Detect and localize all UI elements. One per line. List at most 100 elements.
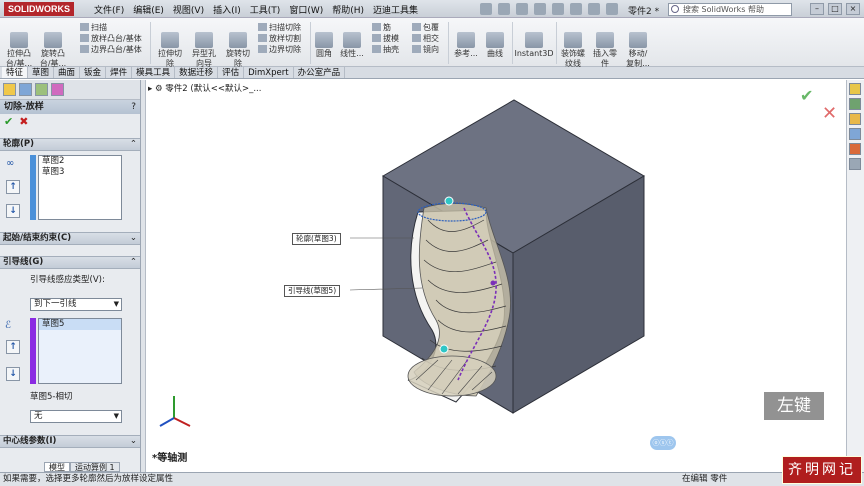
maximize-icon[interactable]: □ xyxy=(828,3,842,15)
menu-tools[interactable]: 工具(T) xyxy=(250,3,281,16)
boundary-boss-button[interactable]: 边界凸台/基体 xyxy=(80,44,142,55)
feature-tree-icon[interactable] xyxy=(3,83,16,96)
new-icon[interactable] xyxy=(480,3,492,15)
select-icon[interactable] xyxy=(570,3,582,15)
extrude-boss-icon xyxy=(10,32,28,48)
help-search-input[interactable]: 搜索 SolidWorks 帮助 xyxy=(668,3,792,16)
tangency-select[interactable]: 无 ▼ xyxy=(30,410,122,423)
menu-insert[interactable]: 插入(I) xyxy=(213,3,241,16)
file-explorer-icon[interactable] xyxy=(849,113,861,125)
connector-handle[interactable] xyxy=(439,344,449,354)
section-profiles-header[interactable]: 轮廓(P) ⌃ xyxy=(0,138,140,151)
tab-office-products[interactable]: 办公室产品 xyxy=(294,67,346,78)
appearances-icon[interactable] xyxy=(849,143,861,155)
menu-window[interactable]: 窗口(W) xyxy=(289,3,323,16)
save-icon[interactable] xyxy=(516,3,528,15)
profiles-list[interactable]: 草图2 草图3 xyxy=(38,155,122,220)
list-item[interactable]: 草图2 xyxy=(39,156,121,167)
display-manager-icon[interactable] xyxy=(51,83,64,96)
intersect-button[interactable]: 相交 xyxy=(412,33,439,44)
bottom-profile-surface[interactable] xyxy=(407,355,497,397)
configuration-manager-icon[interactable] xyxy=(35,83,48,96)
confirm-corner-check-icon[interactable]: ✔ xyxy=(800,86,813,105)
tab-model[interactable]: 模型 xyxy=(44,462,70,472)
menu-maidi-tools[interactable]: 迈迪工具集 xyxy=(373,3,418,16)
revolve-cut-button[interactable]: 旋转切除 xyxy=(222,32,254,69)
tab-sketch[interactable]: 草图 xyxy=(28,67,55,78)
menu-help[interactable]: 帮助(H) xyxy=(332,3,364,16)
property-manager-icon[interactable] xyxy=(19,83,32,96)
resources-icon[interactable] xyxy=(849,83,861,95)
wrap-button[interactable]: 包覆 xyxy=(412,22,439,33)
section-guide-curves-header[interactable]: 引导线(G) ⌃ xyxy=(0,256,140,269)
rib-button[interactable]: 筋 xyxy=(372,22,399,33)
profiles-color-strip xyxy=(30,155,36,220)
profile-icon: ∞ xyxy=(6,158,15,169)
property-manager-panel: 切除-放样 ? ✔ ✖ 轮廓(P) ⌃ ∞ 草图2 草图3 ↑ ↓ 起始/结束约束… xyxy=(0,80,141,472)
move-copy-button[interactable]: 移动/复制... xyxy=(622,32,654,69)
shell-button[interactable]: 抽壳 xyxy=(372,44,399,55)
print-icon[interactable] xyxy=(534,3,546,15)
graphics-viewport[interactable]: ▸ ⚙ 零件2 (默认<<默认>_... 轮廓(草图3) 引导线(草图5) xyxy=(146,80,846,472)
tab-mold-tools[interactable]: 模具工具 xyxy=(132,67,176,78)
help-icon[interactable]: ? xyxy=(131,100,136,114)
confirm-corner-x-icon[interactable]: ✕ xyxy=(822,103,837,124)
rebuild-icon[interactable] xyxy=(588,3,600,15)
section-start-end-constraints-header[interactable]: 起始/结束约束(C) ⌄ xyxy=(0,232,140,245)
tab-evaluate[interactable]: 评估 xyxy=(218,67,245,78)
lofted-cut-button[interactable]: 放样切割 xyxy=(258,33,301,44)
linear-pattern-button[interactable]: 线性... xyxy=(338,32,366,59)
draft-button[interactable]: 拔模 xyxy=(372,33,399,44)
curves-button[interactable]: 曲线 xyxy=(482,32,508,59)
open-icon[interactable] xyxy=(498,3,510,15)
insert-part-button[interactable]: 插入零件 xyxy=(590,32,620,69)
reference-geometry-button[interactable]: 参考... xyxy=(452,32,480,59)
guide-point[interactable] xyxy=(490,280,496,286)
profile-callout[interactable]: 轮廓(草图3) xyxy=(292,233,341,245)
ok-check-icon[interactable]: ✔ xyxy=(4,115,13,128)
loft-boss-button[interactable]: 放样凸台/基体 xyxy=(80,33,142,44)
minimize-icon[interactable]: – xyxy=(810,3,824,15)
connector-handle[interactable] xyxy=(444,196,454,206)
fillet-button[interactable]: 圆角 xyxy=(312,32,336,59)
design-library-icon[interactable] xyxy=(849,98,861,110)
move-up-button[interactable]: ↑ xyxy=(6,180,20,194)
tab-weldments[interactable]: 焊件 xyxy=(106,67,133,78)
tab-features[interactable]: 特征 xyxy=(2,67,29,78)
guide-curves-list[interactable]: 草图5 xyxy=(38,318,122,384)
boundary-cut-button[interactable]: 边界切除 xyxy=(258,44,301,55)
move-up-button[interactable]: ↑ xyxy=(6,340,20,354)
section-centerline-header[interactable]: 中心线参数(I) ⌄ xyxy=(0,435,140,448)
move-down-button[interactable]: ↓ xyxy=(6,367,20,381)
guide-callout[interactable]: 引导线(草图5) xyxy=(284,285,341,297)
tab-motion-study[interactable]: 运动算例 1 xyxy=(70,462,120,472)
list-item[interactable]: 草图3 xyxy=(39,167,121,178)
menu-view[interactable]: 视图(V) xyxy=(173,3,204,16)
tab-sheet-metal[interactable]: 钣金 xyxy=(80,67,107,78)
cancel-x-icon[interactable]: ✖ xyxy=(19,115,28,128)
sweep-button[interactable]: 扫描 xyxy=(80,22,142,33)
menu-edit[interactable]: 编辑(E) xyxy=(133,3,164,16)
view-palette-icon[interactable] xyxy=(849,128,861,140)
hole-wizard-button[interactable]: 异型孔 向导 xyxy=(188,32,220,69)
menu-file[interactable]: 文件(F) xyxy=(94,3,124,16)
hole-wizard-icon xyxy=(195,32,213,48)
cosmetic-thread-button[interactable]: 装饰螺 纹线 xyxy=(558,32,588,69)
tab-data-migration[interactable]: 数据迁移 xyxy=(175,67,219,78)
mirror-button[interactable]: 镜向 xyxy=(412,44,439,55)
tab-dimxpert[interactable]: DimXpert xyxy=(244,67,294,78)
swept-cut-button[interactable]: 扫描切除 xyxy=(258,22,301,33)
model-canvas[interactable] xyxy=(146,80,846,472)
custom-properties-icon[interactable] xyxy=(849,158,861,170)
move-down-button[interactable]: ↓ xyxy=(6,204,20,218)
undo-icon[interactable] xyxy=(552,3,564,15)
extrude-boss-button[interactable]: 拉伸凸 台/基... xyxy=(4,32,34,69)
close-icon[interactable]: × xyxy=(846,3,860,15)
options-icon[interactable] xyxy=(606,3,618,15)
guide-influence-select[interactable]: 到下一引线 ▼ xyxy=(30,298,122,311)
instant3d-button[interactable]: Instant3D xyxy=(514,32,554,59)
revolve-boss-button[interactable]: 旋转凸 台/基... xyxy=(38,32,68,69)
extrude-cut-button[interactable]: 拉伸切除 xyxy=(154,32,186,69)
list-item[interactable]: 草图5 xyxy=(39,319,121,330)
tab-surfaces[interactable]: 曲面 xyxy=(54,67,81,78)
